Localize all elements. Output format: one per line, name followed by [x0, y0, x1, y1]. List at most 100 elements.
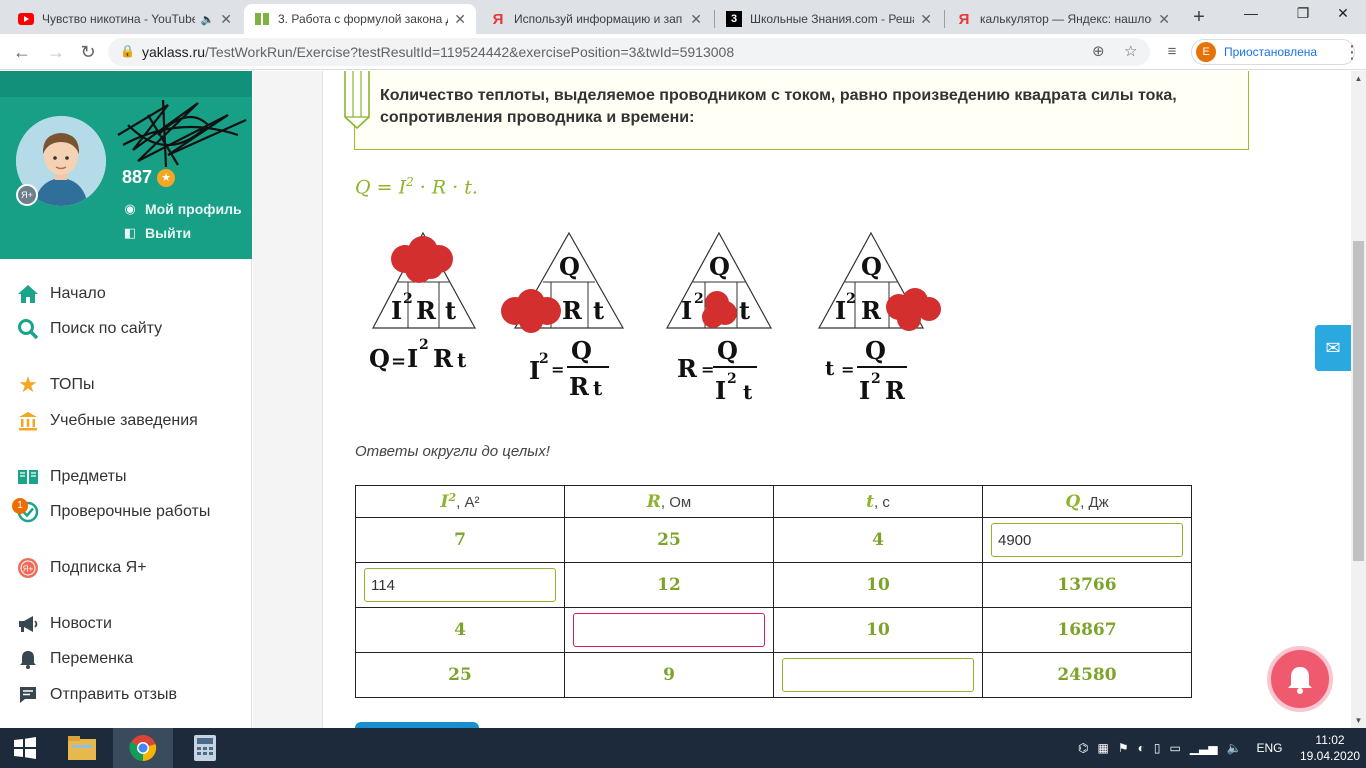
volume-icon[interactable]: 🔈: [1226, 741, 1241, 755]
new-tab-button[interactable]: +: [1188, 6, 1210, 28]
network-sync-icon[interactable]: ⌬: [1078, 741, 1088, 755]
main-area: Количество теплоты, выделяемое проводник…: [253, 71, 1351, 728]
svg-text:R: R: [861, 296, 882, 325]
menu-dots-icon[interactable]: ⋮: [1340, 40, 1364, 64]
add-icon[interactable]: ⊕: [1092, 42, 1105, 60]
formula-lhs: Q: [355, 176, 371, 199]
language-indicator[interactable]: ENG: [1256, 741, 1282, 755]
notification-bell-icon[interactable]: [1267, 646, 1333, 712]
sidebar-item-label: Подписка Я+: [50, 559, 147, 576]
header-var: t: [866, 491, 874, 512]
mail-icon[interactable]: ✉: [1315, 325, 1351, 371]
formula-tail: · R · t.: [413, 176, 478, 199]
rounding-note: Ответы округли до целых!: [355, 443, 550, 460]
table-cell: [982, 517, 1192, 563]
back-icon[interactable]: ←: [10, 40, 34, 64]
defender-icon[interactable]: ▦: [1097, 741, 1108, 755]
scrollbar-thumb[interactable]: [1353, 241, 1364, 561]
scroll-up-icon[interactable]: ▲: [1351, 71, 1366, 86]
lock-icon: 🔒: [120, 44, 135, 58]
file-explorer-icon[interactable]: [52, 728, 112, 768]
tab-separator: [944, 10, 945, 28]
sidebar-item-label: ТОПы: [50, 376, 95, 393]
battery-icon[interactable]: ▯: [1154, 741, 1161, 755]
svg-text:Я+: Я+: [23, 565, 34, 574]
logout-link[interactable]: ◧ Выйти: [122, 225, 191, 241]
close-tab-icon[interactable]: ✕: [920, 11, 932, 28]
wifi-signal-icon[interactable]: ▁▃▅: [1190, 741, 1218, 755]
header-current-squared: I2, А²: [355, 485, 565, 518]
answer-input-current-squared[interactable]: [364, 568, 556, 602]
yaklass-icon: [254, 11, 270, 27]
windows-start-icon[interactable]: [0, 728, 50, 768]
table-row: 4 10 16867: [355, 607, 1192, 653]
close-tab-icon[interactable]: ✕: [220, 11, 232, 28]
sidebar-item-institutions[interactable]: Учебные заведения: [16, 409, 198, 433]
table-cell: [564, 607, 774, 653]
theory-note: Количество теплоты, выделяемое проводник…: [344, 71, 1249, 150]
close-window-button[interactable]: ✕: [1320, 0, 1366, 30]
reload-icon[interactable]: ↻: [76, 40, 100, 64]
pencil-icon: [344, 71, 370, 129]
tab-yaklass[interactable]: 3. Работа с формулой закона Д ✕: [244, 4, 476, 34]
update-icon[interactable]: ◐: [1138, 741, 1145, 755]
sidebar-item-search[interactable]: Поиск по сайту: [16, 317, 162, 341]
table-cell: 13766: [982, 562, 1192, 608]
url-text: yaklass.ru/TestWorkRun/Exercise?testResu…: [142, 44, 734, 60]
close-tab-icon[interactable]: ✕: [1158, 11, 1170, 28]
reading-list-icon[interactable]: ≡: [1160, 40, 1184, 64]
bookmark-star-icon[interactable]: ☆: [1124, 42, 1137, 60]
answer-input-resistance[interactable]: [573, 613, 765, 647]
address-bar[interactable]: 🔒 yaklass.ru/TestWorkRun/Exercise?testRe…: [108, 38, 1150, 66]
logout-label: Выйти: [145, 225, 192, 241]
answer-input-heat[interactable]: [991, 523, 1183, 557]
institution-icon: [16, 409, 40, 433]
speaker-icon[interactable]: 🔈: [201, 13, 215, 26]
svg-text:t: t: [739, 296, 750, 325]
monitor-icon[interactable]: ▭: [1169, 741, 1180, 755]
calculator-icon[interactable]: [175, 728, 235, 768]
star-icon: ★: [18, 372, 38, 397]
tab-znanija[interactable]: 3 Школьные Знания.com - Реша ✕: [716, 4, 942, 34]
scroll-down-icon[interactable]: ▼: [1351, 713, 1366, 728]
sidebar-item-news[interactable]: Новости: [16, 612, 112, 636]
tab-calculator[interactable]: Я калькулятор — Яндекс: нашлос ✕: [946, 4, 1180, 34]
sidebar-item-subscription[interactable]: Я+ Подписка Я+: [16, 556, 147, 580]
clock[interactable]: 11:02 19.04.2020: [1300, 732, 1360, 764]
sidebar-item-tops[interactable]: ★ ТОПы: [16, 372, 95, 397]
minimize-button[interactable]: —: [1228, 0, 1274, 30]
formula-exponent: 2: [406, 175, 414, 189]
sidebar-item-break[interactable]: Переменка: [16, 647, 133, 671]
table-row: 7 25 4: [355, 517, 1192, 563]
table-cell: 12: [564, 562, 774, 608]
my-profile-link[interactable]: ◉ Мой профиль: [122, 201, 241, 217]
tab-yandex-info[interactable]: Я Используй информацию и зап ✕: [480, 4, 712, 34]
answer-input-time[interactable]: [782, 658, 974, 692]
tab-strip: Чувство никотина - YouTube 🔈 ✕ 3. Работа…: [0, 0, 1366, 34]
user-circle-icon: ◉: [124, 201, 136, 216]
close-tab-icon[interactable]: ✕: [454, 11, 466, 28]
points-counter: 887 ★: [122, 167, 176, 188]
svg-text:t: t: [825, 356, 835, 380]
znanija-icon: 3: [726, 11, 742, 27]
sidebar-item-home[interactable]: Начало: [16, 282, 106, 306]
header-heat: Q, Дж: [982, 485, 1192, 518]
header-unit: , Ом: [660, 493, 692, 511]
page-scrollbar[interactable]: ▲ ▼: [1351, 71, 1366, 728]
svg-text:Q: Q: [865, 336, 886, 365]
flag-icon[interactable]: ⚑: [1118, 741, 1129, 755]
table-cell: 9: [564, 652, 774, 698]
close-tab-icon[interactable]: ✕: [690, 11, 702, 28]
svg-text:2: 2: [694, 291, 704, 307]
tab-youtube[interactable]: Чувство никотина - YouTube 🔈 ✕: [8, 4, 242, 34]
sidebar-item-tests[interactable]: Проверочные работы: [16, 500, 210, 524]
table-header-row: I2, А² R, Ом t, с Q, Дж: [355, 485, 1192, 518]
table-cell: 16867: [982, 607, 1192, 653]
yandex-icon: Я: [492, 10, 504, 28]
sidebar-item-subjects[interactable]: Предметы: [16, 465, 126, 489]
chrome-icon[interactable]: [113, 728, 173, 768]
forward-icon[interactable]: →: [44, 40, 68, 64]
sidebar-item-feedback[interactable]: Отправить отзыв: [16, 683, 177, 707]
profile-button[interactable]: E Приостановлена: [1191, 39, 1355, 65]
table-cell: [355, 562, 565, 608]
